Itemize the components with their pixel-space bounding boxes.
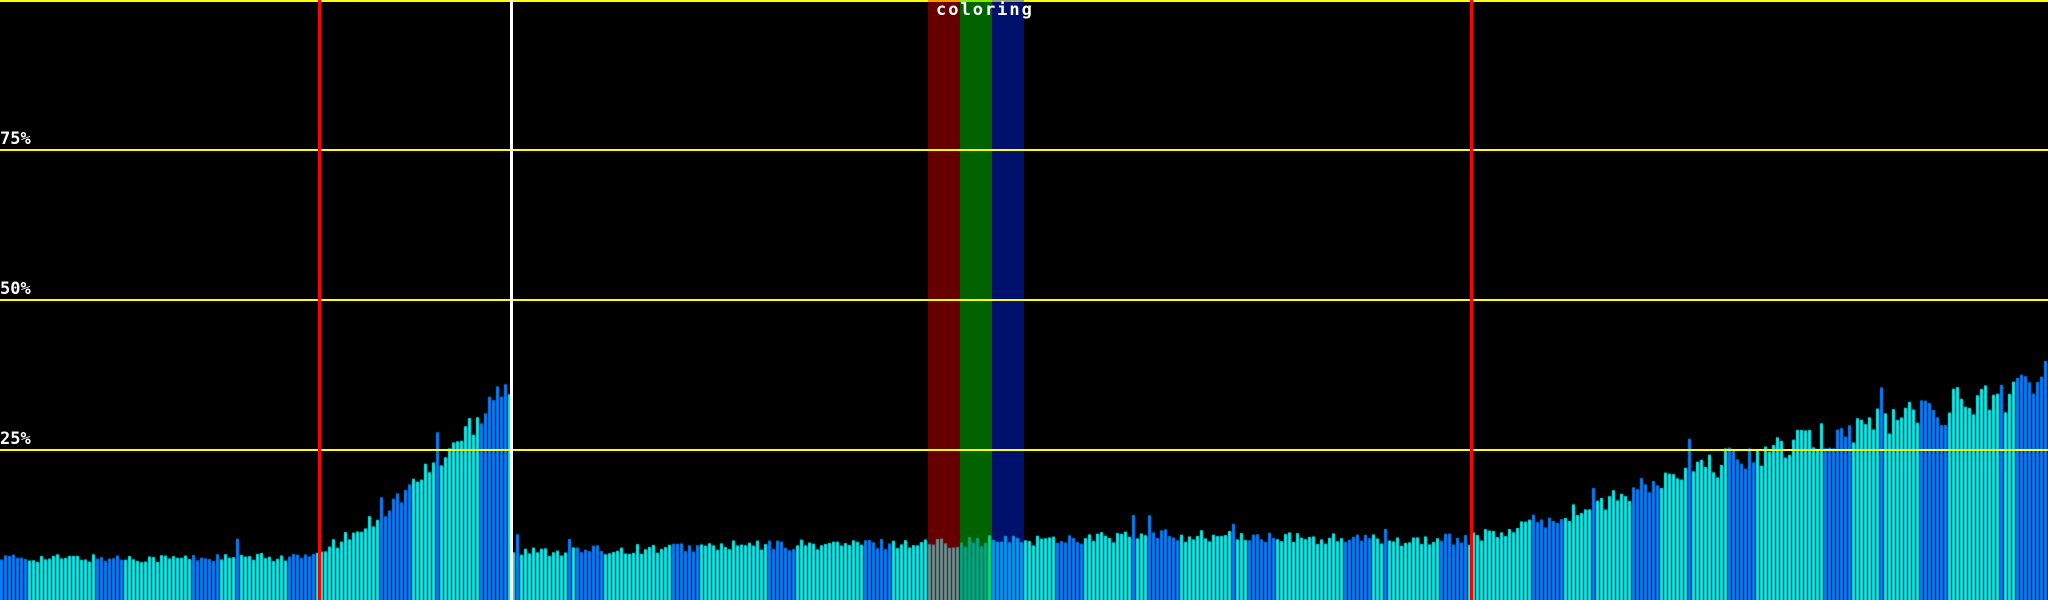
ytick-label-50: 50% [0,281,31,298]
ytick-label-75: 75% [0,131,31,148]
ytick-label-25: 25% [0,431,31,448]
white-marker-line [510,0,513,600]
grid-line-25 [0,449,2048,451]
grid-line-50 [0,299,2048,301]
coloring-label: coloring [936,2,1034,19]
red-marker-line-1 [318,0,321,600]
red-marker-line-2 [1470,0,1473,600]
grid-line-75 [0,149,2048,151]
usage-history-graph: 75% 50% 25% coloring [0,0,2048,600]
